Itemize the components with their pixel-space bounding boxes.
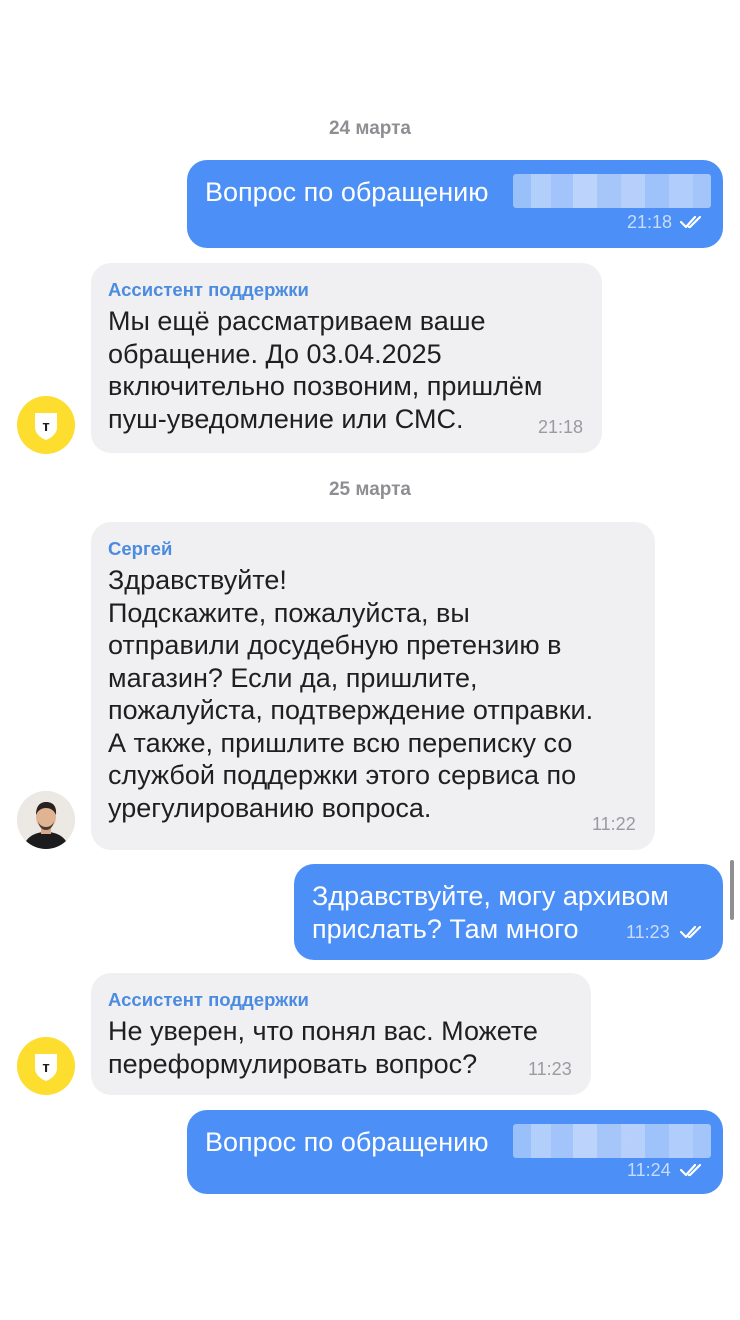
sender-name: Сергей <box>108 538 173 559</box>
message-time: 21:18 <box>538 417 584 437</box>
message-time: 11:23 <box>528 1059 572 1079</box>
date-separator: 25 марта <box>328 479 411 500</box>
message-text: Здравствуйте, могу архивом прислать? Там… <box>312 881 669 944</box>
sender-name: Ассистент поддержки <box>108 989 309 1010</box>
message-text: Вопрос по обращению <box>205 177 489 207</box>
svg-text:т: т <box>42 418 49 435</box>
outgoing-message[interactable]: Вопрос по обращению 21:18 <box>187 160 723 248</box>
double-check-icon <box>679 925 702 939</box>
message-time: 21:18 <box>627 212 673 232</box>
message-text: Мы ещё рассматриваем ваше обращение. До … <box>108 306 543 434</box>
message-time: 11:22 <box>592 814 636 834</box>
message-text: Вопрос по обращению <box>205 1127 489 1157</box>
svg-text:т: т <box>42 1059 49 1076</box>
incoming-message[interactable]: Ассистент поддержки Мы ещё рассматриваем… <box>91 263 602 453</box>
outgoing-message[interactable]: Здравствуйте, могу архивом прислать? Там… <box>294 864 723 960</box>
redacted-ticket-number <box>513 174 711 208</box>
assistant-avatar[interactable]: т <box>17 1037 75 1095</box>
message-text: Здравствуйте! Подскажите, пожалуйста, вы… <box>108 565 594 823</box>
bank-shield-logo-icon: т <box>35 1054 57 1081</box>
incoming-message[interactable]: Сергей Здравствуйте! Подскажите, пожалуй… <box>91 522 655 850</box>
bank-shield-logo-icon: т <box>35 413 57 440</box>
message-time: 11:24 <box>627 1160 671 1180</box>
redacted-ticket-number <box>513 1124 711 1158</box>
double-check-icon <box>679 215 702 229</box>
incoming-message[interactable]: Ассистент поддержки Не уверен, что понял… <box>91 973 591 1095</box>
operator-avatar[interactable] <box>17 791 75 849</box>
message-time: 11:23 <box>626 922 670 942</box>
outgoing-message[interactable]: Вопрос по обращению 11:24 <box>187 1110 723 1194</box>
scroll-indicator[interactable] <box>730 860 734 920</box>
date-separator: 24 марта <box>328 118 411 139</box>
double-check-icon <box>679 1163 702 1177</box>
sender-name: Ассистент поддержки <box>108 279 309 300</box>
message-text: Не уверен, что понял вас. Можете перефор… <box>108 1016 538 1079</box>
user-photo-icon <box>17 791 75 849</box>
assistant-avatar[interactable]: т <box>17 396 75 454</box>
